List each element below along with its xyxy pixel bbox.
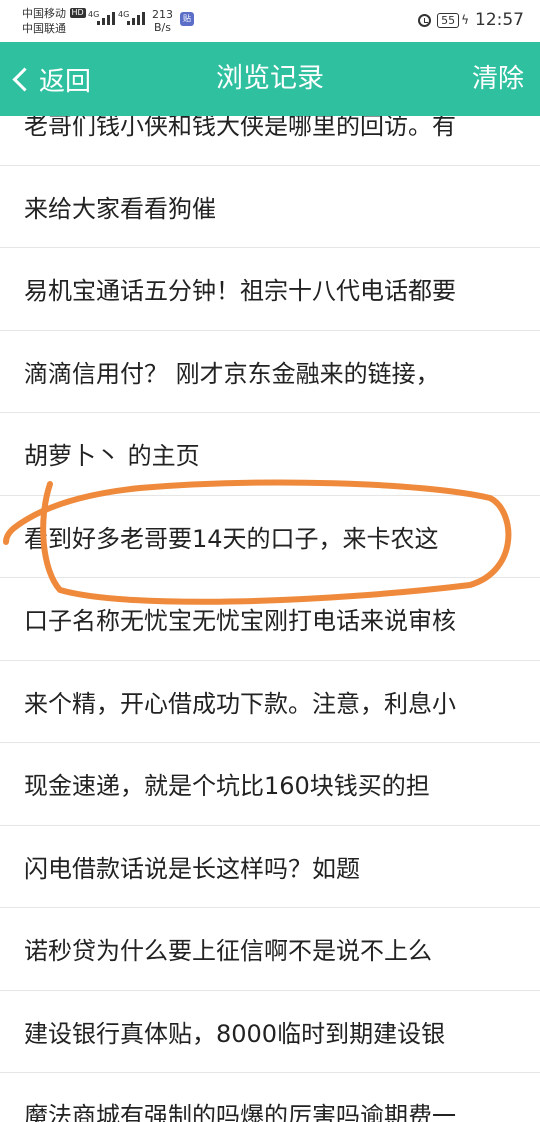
signal-icon <box>127 12 145 25</box>
history-item[interactable]: 来个精，开心借成功下款。注意，利息小 <box>0 661 540 743</box>
history-item[interactable]: 口子名称无忧宝无忧宝刚打电话来说审核 <box>0 578 540 661</box>
history-item[interactable]: 魔法商城有强制的吗爆的厉害吗逾期费一 <box>0 1073 540 1122</box>
page-title: 浏览记录 <box>216 63 324 94</box>
signal-icon <box>97 12 115 25</box>
history-item[interactable]: 易机宝通话五分钟！祖宗十八代电话都要 <box>0 248 540 331</box>
history-item-title: 来给大家看看狗催 <box>24 194 216 223</box>
history-item-title: 滴滴信用付？ 刚才京东金融来的链接， <box>24 359 440 388</box>
battery-icon: 55 <box>437 12 460 28</box>
carrier-info: 中国移动 HD 中国联通 <box>22 6 86 36</box>
history-list[interactable]: 老哥们钱小侠和钱大侠是哪里的回访。有来给大家看看狗催易机宝通话五分钟！祖宗十八代… <box>0 116 540 1122</box>
history-item[interactable]: 建设银行真体贴，8000临时到期建设银 <box>0 991 540 1073</box>
history-item-title: 易机宝通话五分钟！祖宗十八代电话都要 <box>24 277 456 306</box>
history-item[interactable]: 老哥们钱小侠和钱大侠是哪里的回访。有 <box>0 116 540 166</box>
carrier-1: 中国移动 <box>22 7 66 20</box>
history-item[interactable]: 看到好多老哥要14天的口子，来卡农这 <box>0 496 540 578</box>
hd-badge: HD <box>69 8 86 18</box>
clear-button[interactable]: 清除 <box>472 42 524 116</box>
history-item[interactable]: 胡萝卜丶 的主页 <box>0 413 540 496</box>
status-bar: 中国移动 HD 中国联通 4G 4G 213 B/s 贴 55 ϟ 12:57 <box>0 0 540 42</box>
history-item[interactable]: 诺秒贷为什么要上征信啊不是说不上么 <box>0 908 540 991</box>
history-item[interactable]: 闪电借款话说是长这样吗？如题 <box>0 826 540 908</box>
history-item-title: 诺秒贷为什么要上征信啊不是说不上么 <box>24 937 432 966</box>
history-item-title: 胡萝卜丶 的主页 <box>24 442 200 471</box>
history-item-title: 口子名称无忧宝无忧宝刚打电话来说审核 <box>24 607 456 636</box>
history-item[interactable]: 现金速递，就是个坑比160块钱买的担 <box>0 743 540 826</box>
history-item-title: 老哥们钱小侠和钱大侠是哪里的回访。有 <box>24 116 456 141</box>
history-item-title: 魔法商城有强制的吗爆的厉害吗逾期费一 <box>24 1102 456 1122</box>
history-item-title: 建设银行真体贴，8000临时到期建设银 <box>24 1019 446 1048</box>
history-item-title: 来个精，开心借成功下款。注意，利息小 <box>24 689 456 718</box>
clock: 12:57 <box>475 10 524 30</box>
network-speed: 213 B/s <box>152 8 173 34</box>
charging-icon: ϟ <box>461 13 469 27</box>
app-notification-icon: 贴 <box>180 12 194 26</box>
history-item[interactable]: 来给大家看看狗催 <box>0 166 540 248</box>
history-item-title: 闪电借款话说是长这样吗？如题 <box>24 854 360 883</box>
nav-bar: 返回 浏览记录 清除 <box>0 42 540 116</box>
history-item-title: 现金速递，就是个坑比160块钱买的担 <box>24 772 430 801</box>
history-item-title: 看到好多老哥要14天的口子，来卡农这 <box>24 524 439 553</box>
carrier-2: 中国联通 <box>22 22 66 35</box>
history-item[interactable]: 滴滴信用付？ 刚才京东金融来的链接， <box>0 331 540 413</box>
alarm-icon <box>418 13 432 27</box>
